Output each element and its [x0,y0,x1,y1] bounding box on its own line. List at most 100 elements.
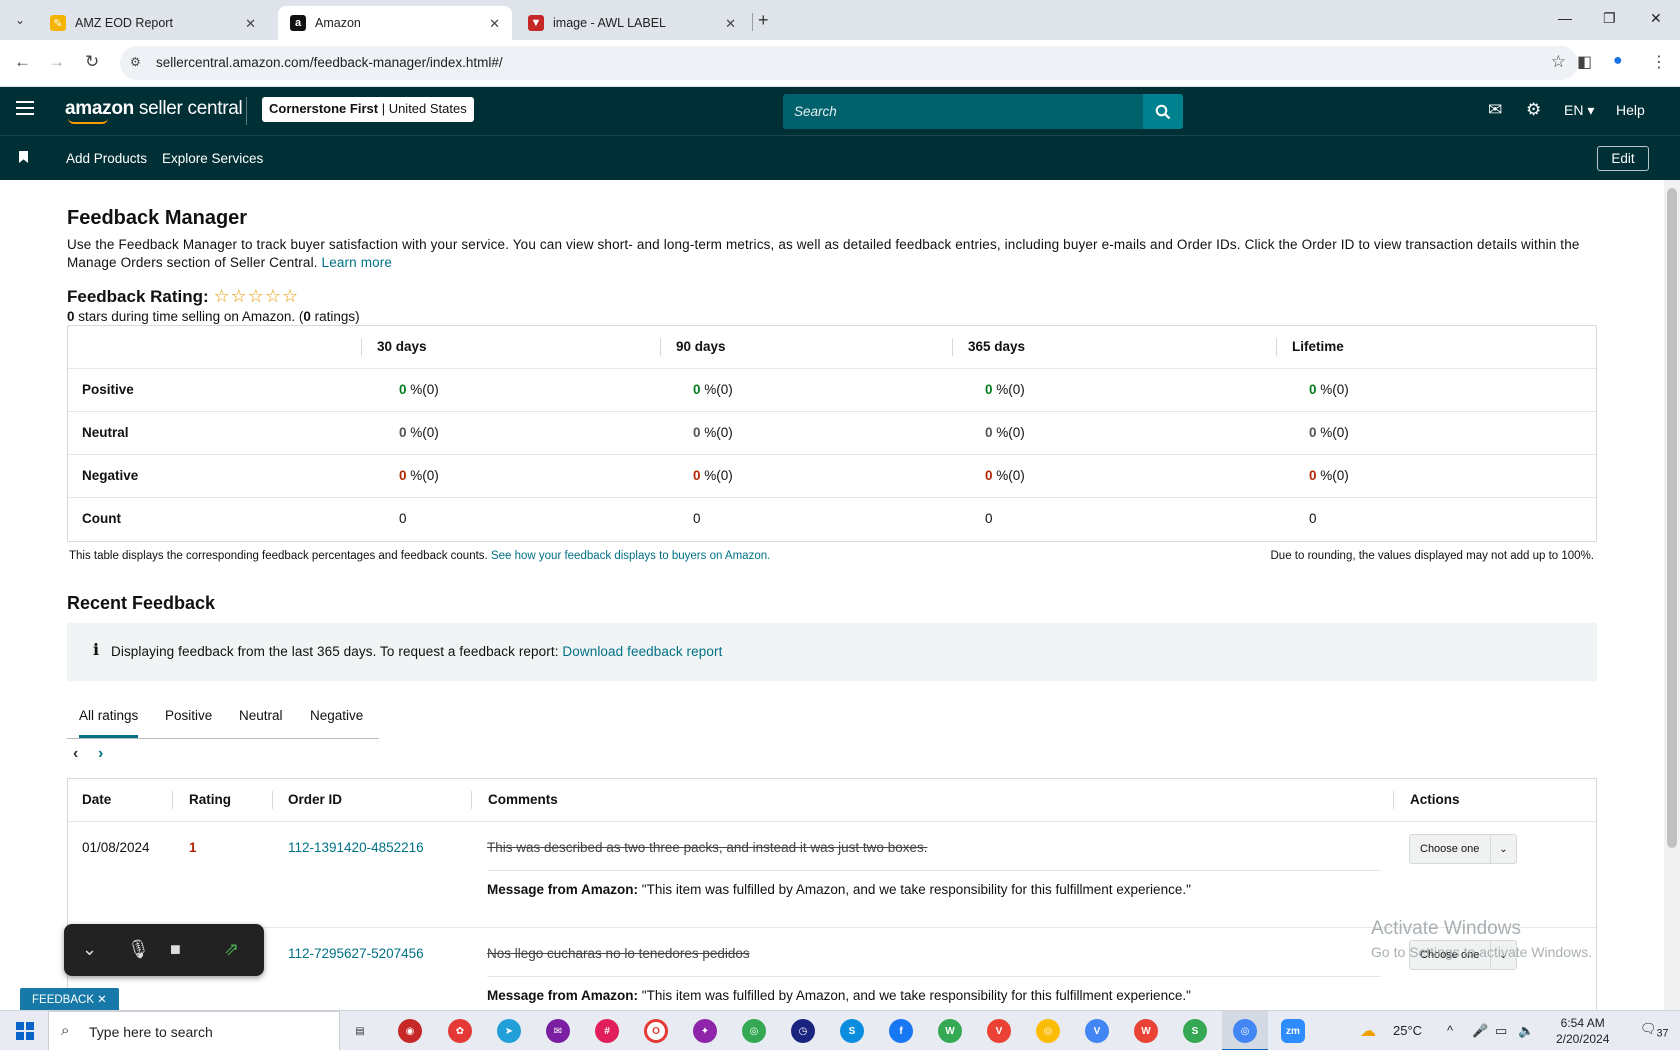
feedback-table: Date Rating Order ID Comments Actions 01… [67,778,1597,1010]
windows-start-icon[interactable] [16,1022,34,1040]
share-screen-icon[interactable]: ⇗ [224,939,239,960]
browser-tab[interactable]: ▼ image - AWL LABEL ✕ [516,6,748,40]
metric-value: 0 %(0) [693,382,733,397]
mail-icon[interactable]: ✉ [1488,100,1502,120]
feedback-display-link[interactable]: See how your feedback displays to buyers… [491,550,770,562]
search-button[interactable] [1143,94,1183,129]
chrome-active-icon[interactable]: ◎ [1233,1019,1257,1043]
rating-filter-tabs: All ratings Positive Neutral Negative [67,702,379,739]
new-tab-icon[interactable]: + [758,10,769,31]
chrome-profile-icon[interactable]: W [938,1019,962,1043]
skype-icon[interactable]: S [840,1019,864,1043]
chrome-profile-icon[interactable]: W [1134,1019,1158,1043]
metric-number: 0 [985,382,993,397]
zoom-icon[interactable]: zm [1281,1019,1305,1043]
weather-icon[interactable]: ☁ [1360,1021,1376,1041]
tab-search-menu-icon[interactable]: ⌄ [8,8,32,32]
network-icon[interactable]: ▭ [1495,1023,1507,1039]
profile-icon[interactable]: ● [1613,52,1623,70]
scrollbar-thumb[interactable] [1667,188,1677,848]
tab-neutral[interactable]: Neutral [239,708,283,723]
clock-app-icon[interactable]: ◷ [791,1019,815,1043]
chrome-profile-icon[interactable]: V [987,1019,1011,1043]
close-tab-icon[interactable]: ✕ [489,16,500,32]
tab-negative[interactable]: Negative [310,708,363,723]
language-selector[interactable]: EN ▾ [1564,102,1594,119]
logo-main: amazon [65,98,134,119]
opera-icon[interactable]: O [644,1019,668,1043]
facebook-icon[interactable]: f [889,1019,913,1043]
info-icon: i [93,640,100,659]
bookmark-icon[interactable] [19,151,28,163]
chrome-profile-icon[interactable]: V [1085,1019,1109,1043]
feedback-badge[interactable]: FEEDBACK ✕ [20,988,119,1010]
tab-title: AMZ EOD Report [75,16,173,30]
learn-more-link[interactable]: Learn more [322,255,393,270]
tray-expand-icon[interactable]: ^ [1447,1023,1453,1038]
notifications-icon[interactable]: 🗨37 [1640,1021,1669,1040]
address-bar-row: ← → ↻ ⚙ sellercentral.amazon.com/feedbac… [0,40,1680,87]
page-scrollbar[interactable] [1664,180,1680,1010]
hamburger-menu-icon[interactable] [16,101,34,115]
app-icon[interactable]: ◉ [398,1019,422,1043]
close-tab-icon[interactable]: ✕ [725,16,736,32]
system-clock[interactable]: 6:54 AM 2/20/2024 [1556,1015,1609,1047]
app-icon[interactable]: ✦ [693,1019,717,1043]
minimize-icon[interactable]: — [1558,10,1572,26]
tab-positive[interactable]: Positive [165,708,212,723]
metrics-row-count: Count 0 0 0 0 [68,498,1596,541]
previous-page-icon[interactable]: ‹ [73,745,78,763]
help-link[interactable]: Help [1616,102,1645,118]
actions-dropdown[interactable]: Choose one ⌄ [1409,834,1517,864]
column-header: Order ID [288,792,343,807]
taskbar-search[interactable]: ⌕ Type here to search [48,1011,340,1050]
download-report-link[interactable]: Download feedback report [562,644,722,659]
add-products-link[interactable]: Add Products [66,151,147,166]
telegram-icon[interactable]: ➤ [497,1019,521,1043]
recent-feedback-title: Recent Feedback [67,593,216,613]
back-icon[interactable]: ← [14,52,31,72]
metric-value: 0 %(0) [985,425,1025,440]
slack-icon[interactable]: # [595,1019,619,1043]
speaker-icon[interactable]: 🔈 [1518,1023,1534,1039]
order-id-link[interactable]: 112-7295627-5207456 [288,946,424,961]
explore-services-link[interactable]: Explore Services [162,151,263,166]
settings-gear-icon[interactable]: ⚙ [1526,100,1541,120]
reload-icon[interactable]: ↻ [85,52,99,72]
chrome-profile-icon[interactable]: S [1183,1019,1207,1043]
metric-value: 0 %(0) [693,425,733,440]
forward-icon[interactable]: → [48,52,65,72]
mic-muted-icon[interactable]: 🎙 [127,939,150,960]
tab-all-ratings[interactable]: All ratings [79,708,139,738]
temperature[interactable]: 25°C [1393,1023,1422,1038]
task-view-icon[interactable]: ▤ [348,1019,372,1043]
url-bar[interactable]: ⚙ sellercentral.amazon.com/feedback-mana… [120,46,1578,80]
browser-menu-icon[interactable]: ⋮ [1651,52,1667,72]
chrome-icon[interactable]: ◎ [742,1019,766,1043]
restore-icon[interactable]: ❐ [1603,10,1616,27]
order-id-link[interactable]: 112-1391420-4852216 [288,840,424,855]
close-tab-icon[interactable]: ✕ [245,16,256,32]
next-page-icon[interactable]: › [98,745,103,763]
store-switcher[interactable]: Cornerstone First | United States [262,97,474,122]
chevron-down-icon[interactable]: ⌄ [82,939,97,960]
search-input[interactable] [783,94,1143,129]
side-panel-icon[interactable]: ◧ [1577,52,1592,72]
app-icon[interactable]: ✿ [448,1019,472,1043]
url-text[interactable]: sellercentral.amazon.com/feedback-manage… [156,55,503,70]
browser-tab-active[interactable]: a Amazon ✕ [278,6,512,40]
edit-button[interactable]: Edit [1597,146,1649,171]
metric-number: 0 [693,425,701,440]
seller-central-logo[interactable]: amazon seller central [65,98,243,124]
chrome-profile-icon[interactable]: ◎ [1036,1019,1060,1043]
video-camera-icon[interactable]: ■ [170,939,181,960]
stars-text: stars during time selling on Amazon. ( [74,309,304,324]
store-region: United States [388,101,467,116]
close-window-icon[interactable]: ✕ [1650,10,1662,27]
bookmark-star-icon[interactable]: ☆ [1551,52,1566,72]
messenger-icon[interactable]: ✉ [546,1019,570,1043]
site-info-icon[interactable]: ⚙ [130,55,141,69]
browser-tab[interactable]: ✎ AMZ EOD Report ✕ [38,6,268,40]
microphone-icon[interactable]: 🎤 [1472,1023,1488,1039]
column-header: 30 days [377,339,427,354]
